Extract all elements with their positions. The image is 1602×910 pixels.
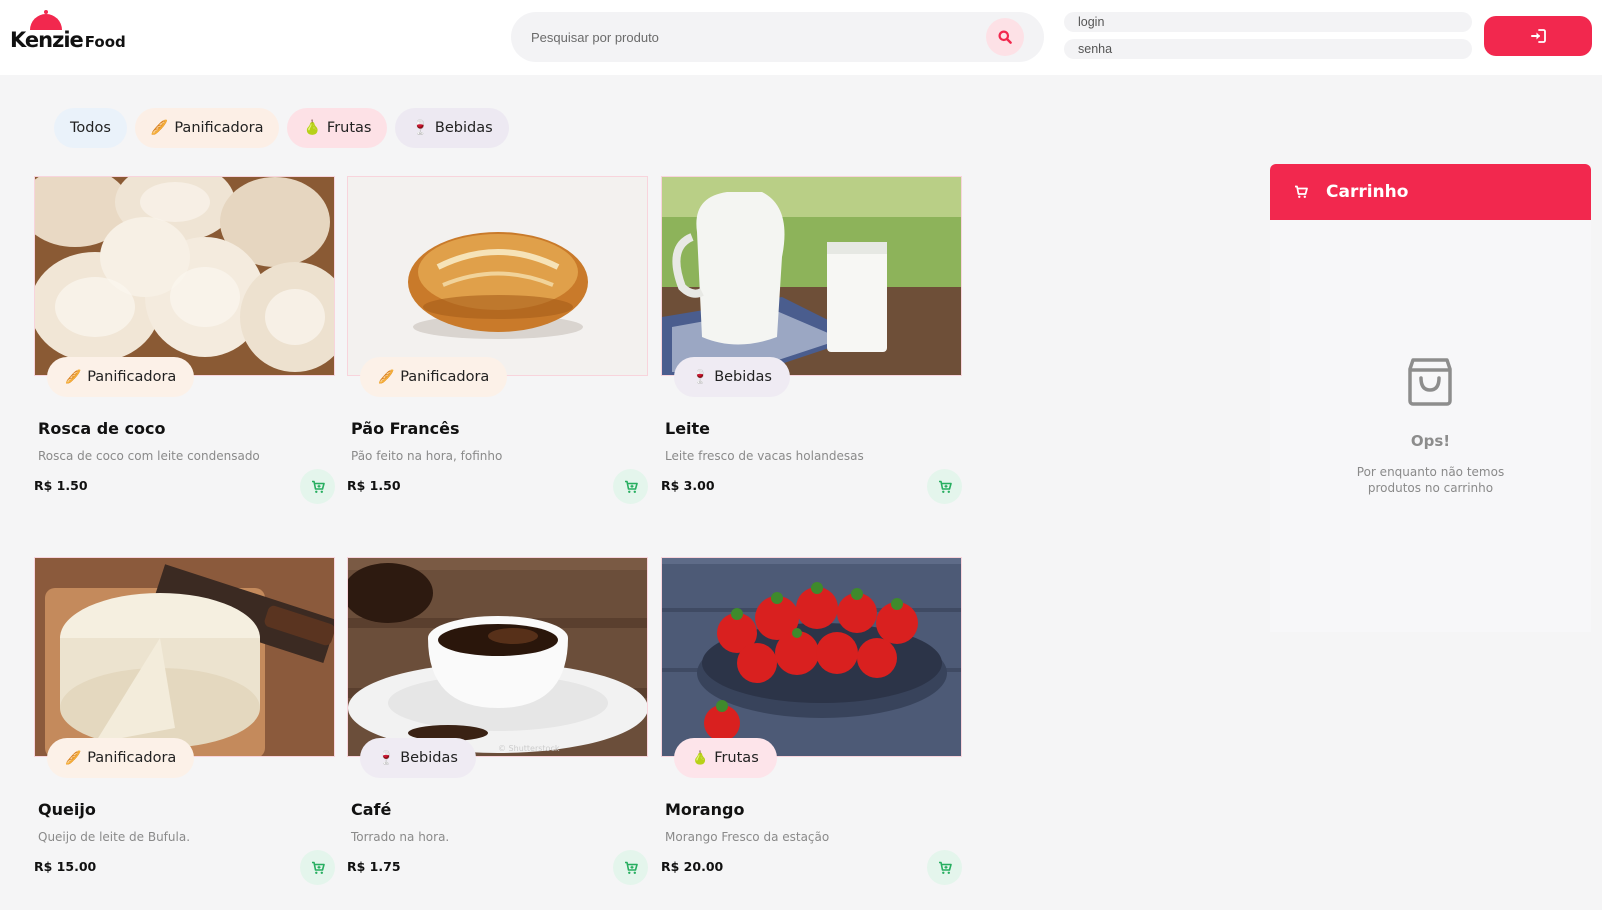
add-to-cart-button[interactable] <box>927 469 962 504</box>
product-image <box>661 557 962 757</box>
product-card: 🍷 Bebidas Leite Leite fresco de vacas ho… <box>661 176 962 506</box>
bread-icon: 🥖 <box>378 369 395 385</box>
cart-panel: Carrinho Ops! Por enquanto não temos pro… <box>1270 164 1591 632</box>
product-price: R$ 1.50 <box>34 478 88 493</box>
product-description: Queijo de leite de Bufula. <box>38 830 191 844</box>
filter-label: Bebidas <box>434 120 493 136</box>
logo-brand: Kenzie <box>10 28 84 52</box>
cart-add-icon <box>624 861 638 874</box>
product-name: Leite <box>665 419 711 438</box>
search-input[interactable] <box>531 26 971 48</box>
product-name: Café <box>351 800 392 819</box>
product-card: © Shutterstock 🍷 Bebidas Café Torrado na… <box>347 557 648 887</box>
cart-add-icon <box>311 480 325 493</box>
add-to-cart-button[interactable] <box>927 850 962 885</box>
category-filters: Todos 🥖 Panificadora 🍐 Frutas 🍷 Bebidas <box>54 108 509 148</box>
product-description: Morango Fresco da estação <box>665 830 830 844</box>
sign-in-icon <box>1530 29 1546 43</box>
cart-title: Carrinho <box>1326 182 1409 202</box>
product-price: R$ 1.75 <box>347 859 401 874</box>
shopping-bag-icon <box>1408 358 1452 406</box>
product-image <box>661 176 962 376</box>
product-name: Queijo <box>38 800 96 819</box>
cart-add-icon <box>624 480 638 493</box>
shopping-cart-icon <box>1295 185 1308 198</box>
filter-panificadora[interactable]: 🥖 Panificadora <box>134 108 280 148</box>
wine-glass-icon: 🍷 <box>692 369 709 385</box>
header: Kenzie Food <box>0 0 1602 75</box>
product-price: R$ 3.00 <box>661 478 715 493</box>
search-button[interactable] <box>986 18 1024 56</box>
product-category-tag: 🍷 Bebidas <box>360 738 476 778</box>
product-card: 🥖 Panificadora Rosca de coco Rosca de co… <box>34 176 335 506</box>
cart-header: Carrinho <box>1270 164 1591 220</box>
product-image <box>34 176 335 376</box>
cart-add-icon <box>938 861 952 874</box>
product-description: Pão feito na hora, fofinho <box>351 449 503 463</box>
logo[interactable]: Kenzie Food <box>10 10 140 57</box>
product-description: Torrado na hora. <box>351 830 450 844</box>
product-category-tag: 🥖 Panificadora <box>360 357 508 397</box>
product-category-tag: 🍷 Bebidas <box>674 357 790 397</box>
bread-icon: 🥖 <box>150 120 169 136</box>
filter-todos[interactable]: Todos <box>54 108 127 148</box>
cart-empty-title: Ops! <box>1410 432 1451 450</box>
search-bar <box>511 12 1044 62</box>
product-image <box>34 557 335 757</box>
product-name: Rosca de coco <box>38 419 166 438</box>
filter-label: Panificadora <box>174 120 264 136</box>
product-category: Frutas <box>714 750 759 766</box>
search-icon <box>998 30 1012 44</box>
product-category-tag: 🥖 Panificadora <box>47 357 195 397</box>
product-card: 🥖 Panificadora Queijo Queijo de leite de… <box>34 557 335 887</box>
add-to-cart-button[interactable] <box>613 469 648 504</box>
logo-suffix: Food <box>84 33 126 51</box>
bread-icon: 🥖 <box>65 750 82 766</box>
product-card: 🥖 Panificadora Pão Francês Pão feito na … <box>347 176 648 506</box>
product-name: Morango <box>665 800 745 819</box>
product-name: Pão Francês <box>351 419 460 438</box>
product-category-tag: 🍐 Frutas <box>674 738 777 778</box>
login-button[interactable] <box>1484 16 1592 56</box>
svg-text:© Shutterstock: © Shutterstock <box>498 744 560 753</box>
password-input[interactable] <box>1064 39 1472 59</box>
bread-icon: 🥖 <box>65 369 82 385</box>
fruit-icon: 🍐 <box>692 750 709 766</box>
fruit-icon: 🍐 <box>303 120 321 136</box>
filter-label: Todos <box>70 120 111 136</box>
product-price: R$ 15.00 <box>34 859 97 874</box>
cart-add-icon <box>311 861 325 874</box>
product-category-tag: 🥖 Panificadora <box>47 738 195 778</box>
product-price: R$ 20.00 <box>661 859 724 874</box>
product-description: Leite fresco de vacas holandesas <box>665 449 864 463</box>
filter-bebidas[interactable]: 🍷 Bebidas <box>395 108 509 148</box>
product-image: © Shutterstock <box>347 557 648 757</box>
product-category: Panificadora <box>87 369 177 385</box>
wine-glass-icon: 🍷 <box>378 750 395 766</box>
cart-add-icon <box>938 480 952 493</box>
wine-glass-icon: 🍷 <box>411 120 429 136</box>
add-to-cart-button[interactable] <box>613 850 648 885</box>
add-to-cart-button[interactable] <box>300 469 335 504</box>
product-image <box>347 176 648 376</box>
cart-empty-message: Por enquanto não temos produtos no carri… <box>1356 465 1505 495</box>
add-to-cart-button[interactable] <box>300 850 335 885</box>
filter-frutas[interactable]: 🍐 Frutas <box>287 108 388 148</box>
product-card: 🍐 Frutas Morango Morango Fresco da estaç… <box>661 557 962 887</box>
logo-text: Kenzie Food <box>10 28 126 52</box>
product-category: Bebidas <box>714 369 772 385</box>
product-category: Panificadora <box>87 750 177 766</box>
filter-label: Frutas <box>326 120 372 136</box>
product-category: Panificadora <box>400 369 490 385</box>
product-description: Rosca de coco com leite condensado <box>38 449 260 463</box>
login-input[interactable] <box>1064 12 1472 32</box>
product-price: R$ 1.50 <box>347 478 401 493</box>
product-category: Bebidas <box>400 750 458 766</box>
